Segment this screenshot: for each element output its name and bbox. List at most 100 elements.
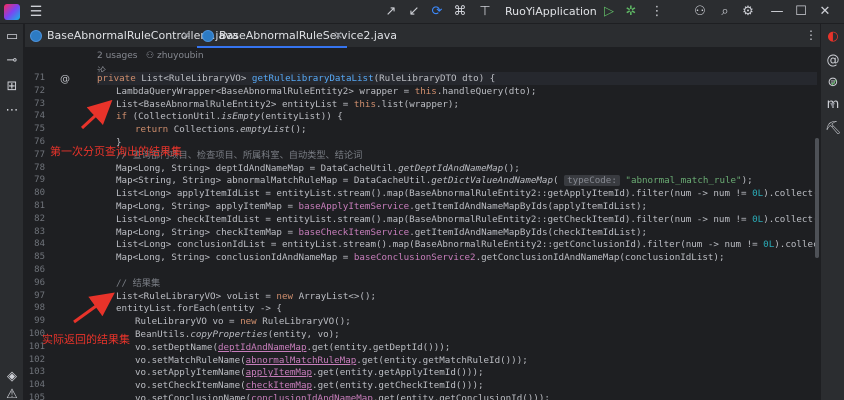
- editor-tabs: BaseAbnormalRuleController2.java ✕ BaseA…: [25, 24, 820, 48]
- run-config-selector[interactable]: RuoYiApplication ⌄: [505, 4, 597, 34]
- close-icon[interactable]: ✕: [816, 3, 834, 21]
- hammer-icon[interactable]: ↗: [382, 3, 400, 21]
- build-icon[interactable]: ⌘: [451, 3, 469, 21]
- java-class-icon: [202, 30, 214, 42]
- run-config-icon[interactable]: ⊤: [476, 3, 494, 21]
- code-line[interactable]: // 结果集: [97, 277, 817, 290]
- code-line[interactable]: vo.setCheckItemName(checkItemMap.get(ent…: [97, 379, 817, 392]
- line-number: 75: [34, 124, 45, 135]
- tab-service[interactable]: BaseAbnormalRuleService2.java ✕: [197, 24, 397, 48]
- code-line[interactable]: vo.setApplyItemName(applyItemMap.get(ent…: [97, 366, 817, 379]
- line-number: 102: [28, 354, 45, 365]
- commit-icon[interactable]: ⊸: [3, 52, 21, 70]
- code-line[interactable]: return Collections.emptyList();: [97, 123, 817, 136]
- line-number: 97: [34, 290, 45, 301]
- line-number: 86: [34, 265, 45, 275]
- line-number: 77: [34, 149, 45, 160]
- line-number: 104: [28, 380, 45, 391]
- maximize-icon[interactable]: ☐: [792, 3, 810, 21]
- search-icon[interactable]: ⌕: [716, 3, 734, 21]
- code-line[interactable]: [97, 264, 817, 277]
- code-line[interactable]: List<Long> conclusionIdList = entityList…: [97, 238, 817, 251]
- author-label: zhuyoubin: [156, 51, 204, 61]
- code-line[interactable]: vo.setConclusionName(conclusionIdAndName…: [97, 392, 817, 400]
- add-user-icon[interactable]: ⚇: [691, 3, 709, 21]
- line-number: 103: [28, 367, 45, 378]
- line-number: 83: [34, 226, 45, 237]
- minimize-icon[interactable]: —: [768, 3, 786, 21]
- structure-icon[interactable]: ⊞: [3, 78, 21, 96]
- code-line[interactable]: Map<Long, String> applyItemMap = baseApp…: [97, 200, 817, 213]
- override-icon[interactable]: @: [60, 74, 70, 85]
- author-icon: ⚇: [146, 51, 155, 61]
- code-line[interactable]: vo.setDeptName(deptIdAndNameMap.get(enti…: [97, 341, 817, 354]
- project-icon[interactable]: ▭: [3, 28, 21, 46]
- code-line[interactable]: private List<RuleLibraryVO> getRuleLibra…: [97, 72, 817, 85]
- left-tool-bar: ▭ ⊸ ⊞ ⋯ ◈ ⚠: [0, 24, 24, 400]
- more-tools-icon[interactable]: ⋯: [3, 102, 21, 120]
- annotation-first-page-result: 第一次分页查询出的结果集: [50, 145, 182, 158]
- code-line[interactable]: // 查询部门项目、检查项目、所属科室、自动类型、结论词: [97, 149, 817, 162]
- title-bar: ☰ ↗ ↙ ⟳ ⌘ ⊤ RuoYiApplication ⌄ ▷ ✲ ⋮ ⚇ ⌕…: [0, 0, 844, 34]
- line-number: 96: [34, 277, 45, 288]
- tab-label: BaseAbnormalRuleService2.java: [219, 29, 397, 42]
- usages-hint[interactable]: 2 usages ⚇ zhuyoubin: [97, 51, 204, 61]
- more-icon[interactable]: ⋮: [648, 3, 666, 21]
- code-line[interactable]: BeanUtils.copyProperties(entity, vo);: [97, 328, 817, 341]
- debug-icon[interactable]: ✲: [622, 3, 640, 21]
- line-number: 78: [34, 162, 45, 173]
- line-number: 99: [34, 316, 45, 327]
- tab-controller[interactable]: BaseAbnormalRuleController2.java ✕: [25, 24, 238, 48]
- close-tab-icon[interactable]: ✕: [182, 24, 191, 48]
- run-config-label: RuoYiApplication: [505, 5, 597, 18]
- code-line[interactable]: Map<Long, String> conclusionIdAndNameMap…: [97, 251, 817, 264]
- code-line[interactable]: RuleLibraryVO vo = new RuleLibraryVO();: [97, 315, 817, 328]
- line-number: 79: [34, 175, 45, 186]
- sync-icon[interactable]: ⟳: [428, 3, 446, 21]
- inspection-ok-icon[interactable]: ✓: [830, 78, 838, 89]
- line-number: 98: [34, 303, 45, 314]
- code-line[interactable]: List<Long> applyItemIdList = entityList.…: [97, 187, 817, 200]
- usages-label: 2 usages: [97, 51, 138, 61]
- code-line[interactable]: List<Long> checkItemIdList = entityList.…: [97, 213, 817, 226]
- scroll-thumb[interactable]: [815, 138, 819, 258]
- services-icon[interactable]: ◈: [3, 368, 21, 386]
- code-line[interactable]: entityList.forEach(entity -> {: [97, 302, 817, 315]
- line-number: 81: [34, 201, 45, 211]
- code-line[interactable]: if (CollectionUtil.isEmpty(entityList)) …: [97, 110, 817, 123]
- line-number: 71: [34, 73, 45, 83]
- ai-assistant-icon[interactable]: @: [824, 52, 842, 70]
- code-editor[interactable]: 2 usages ⚇ zhuyoubin 论 @ ✓ ▾ 71private L…: [25, 48, 838, 400]
- run-icon[interactable]: ▷: [600, 3, 618, 21]
- line-number: 82: [34, 213, 45, 224]
- vertical-scrollbar[interactable]: [815, 48, 819, 400]
- line-number: 105: [28, 393, 45, 400]
- settings-icon[interactable]: ⚙: [739, 3, 757, 21]
- code-line[interactable]: Map<Long, String> checkItemMap = baseChe…: [97, 226, 817, 239]
- code-line[interactable]: Map<String, String> abnormalMatchRuleMap…: [97, 174, 817, 187]
- app-logo-icon[interactable]: [4, 4, 20, 20]
- line-number: 74: [34, 111, 45, 122]
- code-line[interactable]: }: [97, 136, 817, 149]
- annotation-actual-result: 实际返回的结果集: [42, 333, 130, 346]
- code-line[interactable]: List<RuleLibraryVO> voList = new ArrayLi…: [97, 290, 817, 303]
- notifications-icon[interactable]: ◐: [824, 28, 842, 46]
- code-line[interactable]: List<BaseAbnormalRuleEntity2> entityList…: [97, 98, 817, 111]
- tab-menu-icon[interactable]: ⋮: [805, 28, 817, 42]
- reader-mode-icon[interactable]: ▾: [830, 100, 835, 111]
- code-line[interactable]: LambdaQueryWrapper<BaseAbnormalRuleEntit…: [97, 85, 817, 98]
- problems-icon[interactable]: ⚠: [3, 386, 21, 400]
- line-number: 76: [34, 137, 45, 147]
- line-number: 73: [34, 98, 45, 109]
- main-menu-icon[interactable]: ☰: [28, 4, 44, 20]
- line-number: 84: [34, 239, 45, 250]
- code-line[interactable]: Map<Long, String> deptIdAndNameMap = Dat…: [97, 162, 817, 175]
- back-icon[interactable]: ↙: [405, 3, 423, 21]
- line-number: 72: [34, 85, 45, 96]
- plugin-icon[interactable]: ⛏: [824, 120, 842, 138]
- java-class-icon: [30, 30, 42, 42]
- code-line[interactable]: vo.setMatchRuleName(abnormalMatchRuleMap…: [97, 354, 817, 367]
- line-number: 85: [34, 252, 45, 263]
- line-number: 80: [34, 188, 45, 199]
- close-tab-icon[interactable]: ✕: [334, 24, 343, 48]
